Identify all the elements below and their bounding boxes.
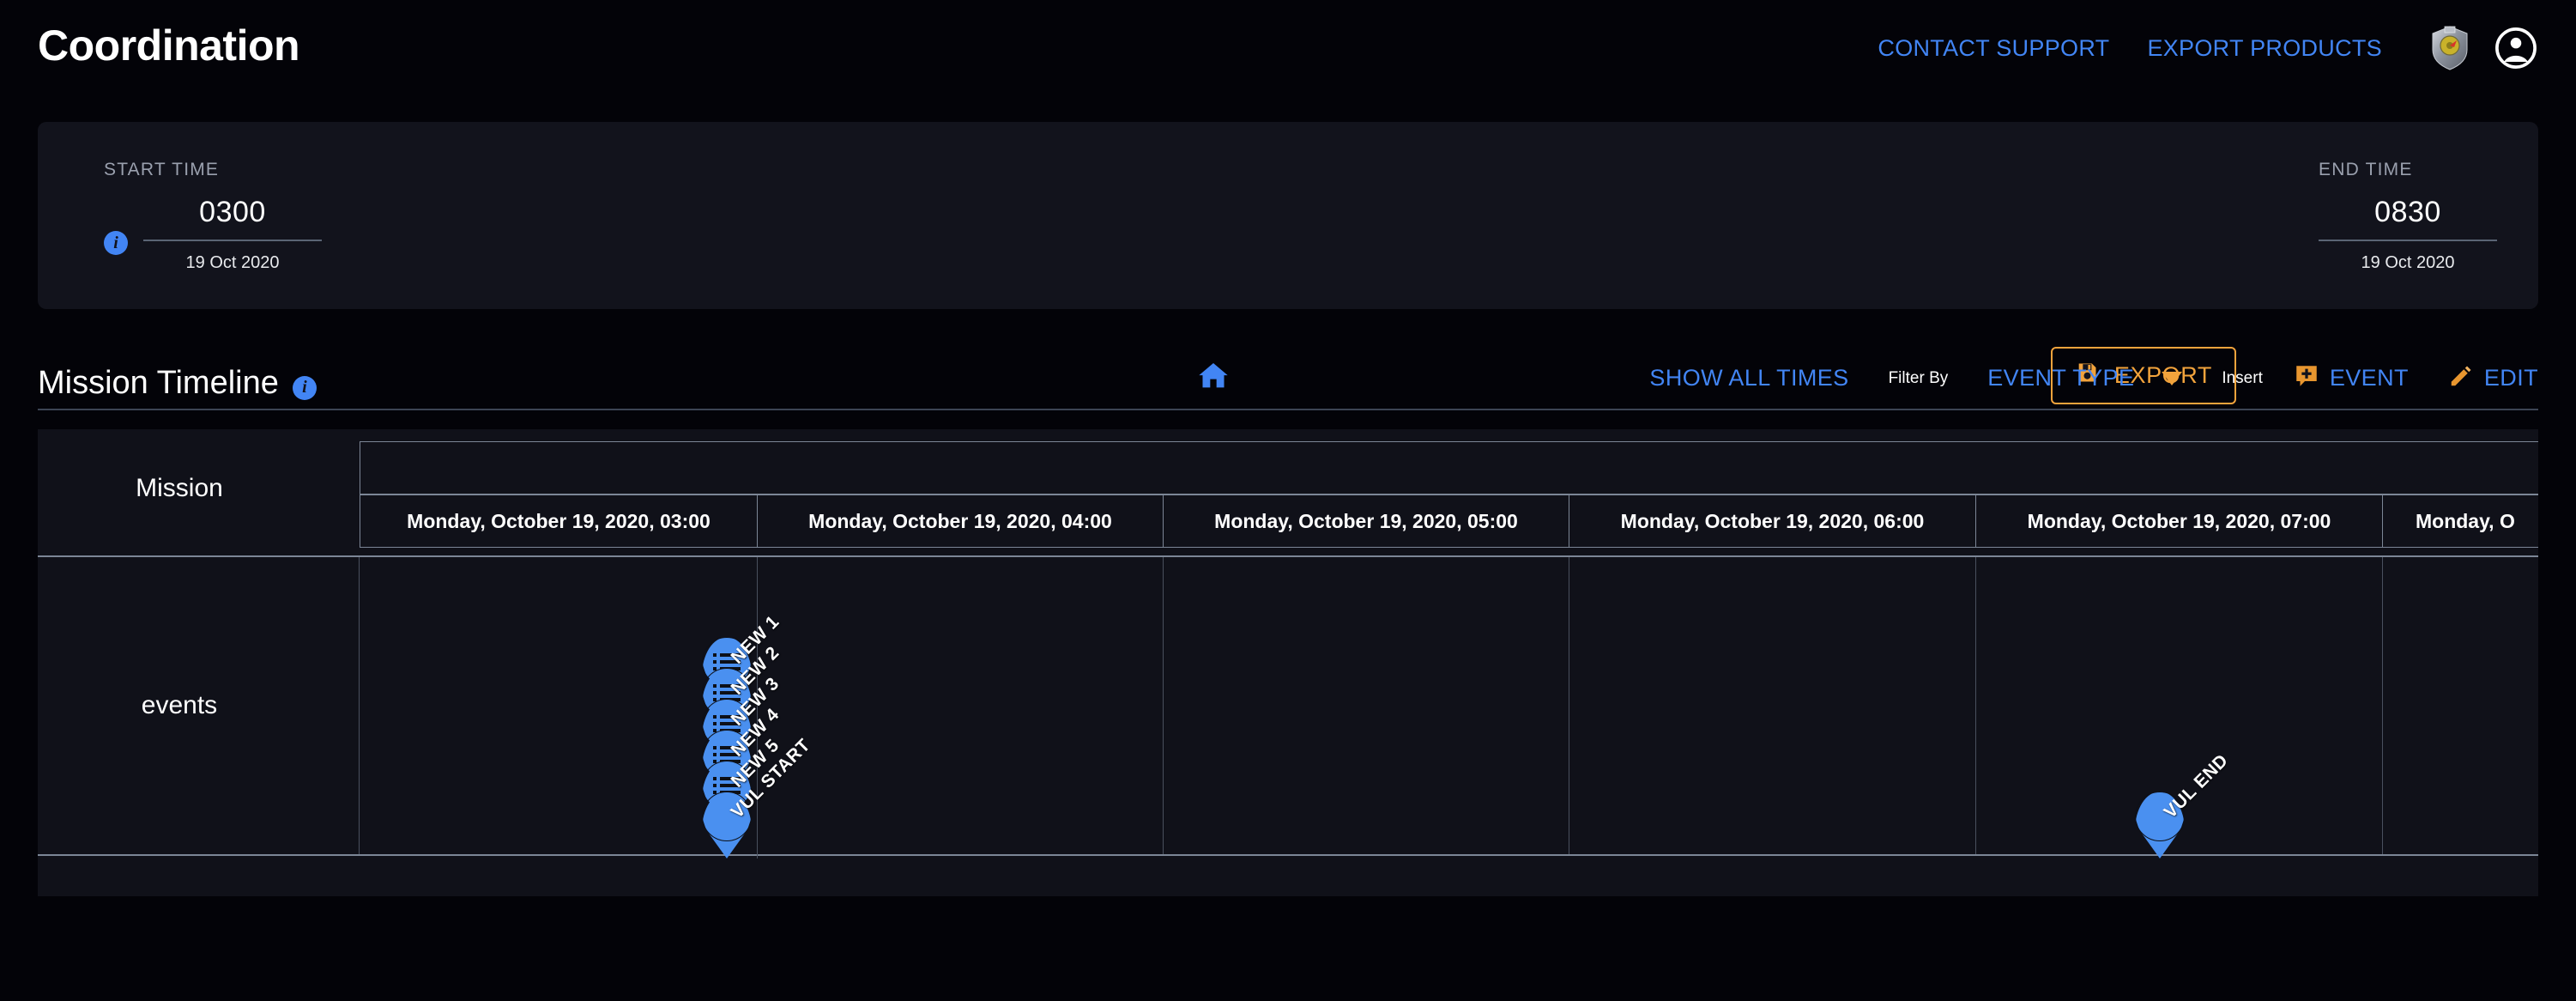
shield-badge-icon	[2430, 26, 2470, 70]
event-type-label: EVENT TYPE	[1987, 365, 2135, 391]
start-time-info-icon[interactable]: i	[104, 231, 128, 255]
app-header: Coordination CONTACT SUPPORT EXPORT PROD…	[0, 0, 2576, 96]
timeline-gridline	[359, 557, 360, 854]
mission-timeline-table: Mission events Monday, October 19, 2020,…	[38, 429, 2538, 896]
timeline-column-header[interactable]: Monday, October 19, 2020, 03:00	[360, 494, 758, 548]
timeline-header-band	[360, 441, 2538, 494]
section-title: Mission Timeline i	[38, 365, 317, 409]
end-time-field: END TIME 0830 19 Oct 2020	[2319, 160, 2497, 273]
row-label-mission: Mission	[136, 474, 223, 502]
map-pin-icon	[702, 792, 752, 858]
end-time-label: END TIME	[2319, 160, 2413, 179]
start-time-input[interactable]: 0300	[143, 196, 322, 241]
timeline-gridline	[2382, 557, 2383, 854]
timeline-info-icon[interactable]: i	[292, 375, 317, 400]
show-all-times-button[interactable]: SHOW ALL TIMES	[1649, 365, 1848, 391]
timeline-grid: Mission events Monday, October 19, 2020,…	[38, 429, 2538, 896]
start-time-field: START TIME i 0300 19 Oct 2020	[104, 160, 322, 273]
contact-support-link[interactable]: CONTACT SUPPORT	[1859, 27, 2128, 70]
timeline-gridline	[1163, 557, 1164, 854]
edit-label: EDIT	[2483, 365, 2538, 391]
map-pin-icon	[2135, 792, 2185, 858]
account-circle-icon[interactable]	[2494, 26, 2538, 70]
chevron-down-icon	[2162, 371, 2183, 385]
pencil-icon	[2448, 363, 2474, 393]
edit-button[interactable]: EDIT	[2448, 363, 2538, 393]
mission-timeline-header: Mission Timeline i SHOW ALL TIMES Filter…	[38, 347, 2538, 410]
event-type-dropdown[interactable]: EVENT TYPE	[1987, 365, 2183, 391]
time-range-card: START TIME i 0300 19 Oct 2020 EXPORT END…	[38, 122, 2538, 404]
insert-event-label: EVENT	[2329, 365, 2409, 391]
end-time-date: 19 Oct 2020	[2361, 253, 2455, 272]
timeline-gridline	[1975, 557, 1976, 854]
start-time-label: START TIME	[104, 160, 220, 179]
timeline-column-header[interactable]: Monday, October 19, 2020, 07:00	[1976, 494, 2383, 548]
filter-by-label: Filter By	[1888, 368, 1949, 387]
timeline-column-headers: Monday, October 19, 2020, 03:00 Monday, …	[360, 494, 2538, 548]
page-title: Coordination	[38, 21, 300, 70]
insert-label: Insert	[2222, 368, 2263, 387]
header-actions: CONTACT SUPPORT EXPORT PRODUCTS	[1859, 26, 2538, 70]
export-products-link[interactable]: EXPORT PRODUCTS	[2128, 27, 2401, 70]
section-title-text: Mission Timeline	[38, 365, 279, 401]
timeline-column-header[interactable]: Monday, October 19, 2020, 06:00	[1569, 494, 1976, 548]
timeline-marker-thread	[757, 567, 758, 858]
timeline-column-header[interactable]: Monday, October 19, 2020, 04:00	[758, 494, 1164, 548]
timeline-event-marker[interactable]	[702, 792, 752, 858]
timeline-toolbar: SHOW ALL TIMES Filter By EVENT TYPE Inse…	[1649, 363, 2538, 393]
timeline-column-header[interactable]: Monday, October 19, 2020, 05:00	[1164, 494, 1569, 548]
add-comment-icon	[2294, 363, 2319, 393]
start-time-date: 19 Oct 2020	[185, 253, 280, 272]
timeline-column-header[interactable]: Monday, O	[2383, 494, 2538, 548]
insert-event-button[interactable]: EVENT	[2294, 363, 2409, 393]
timeline-event-marker[interactable]	[2135, 792, 2185, 858]
end-time-input[interactable]: 0830	[2319, 196, 2497, 241]
